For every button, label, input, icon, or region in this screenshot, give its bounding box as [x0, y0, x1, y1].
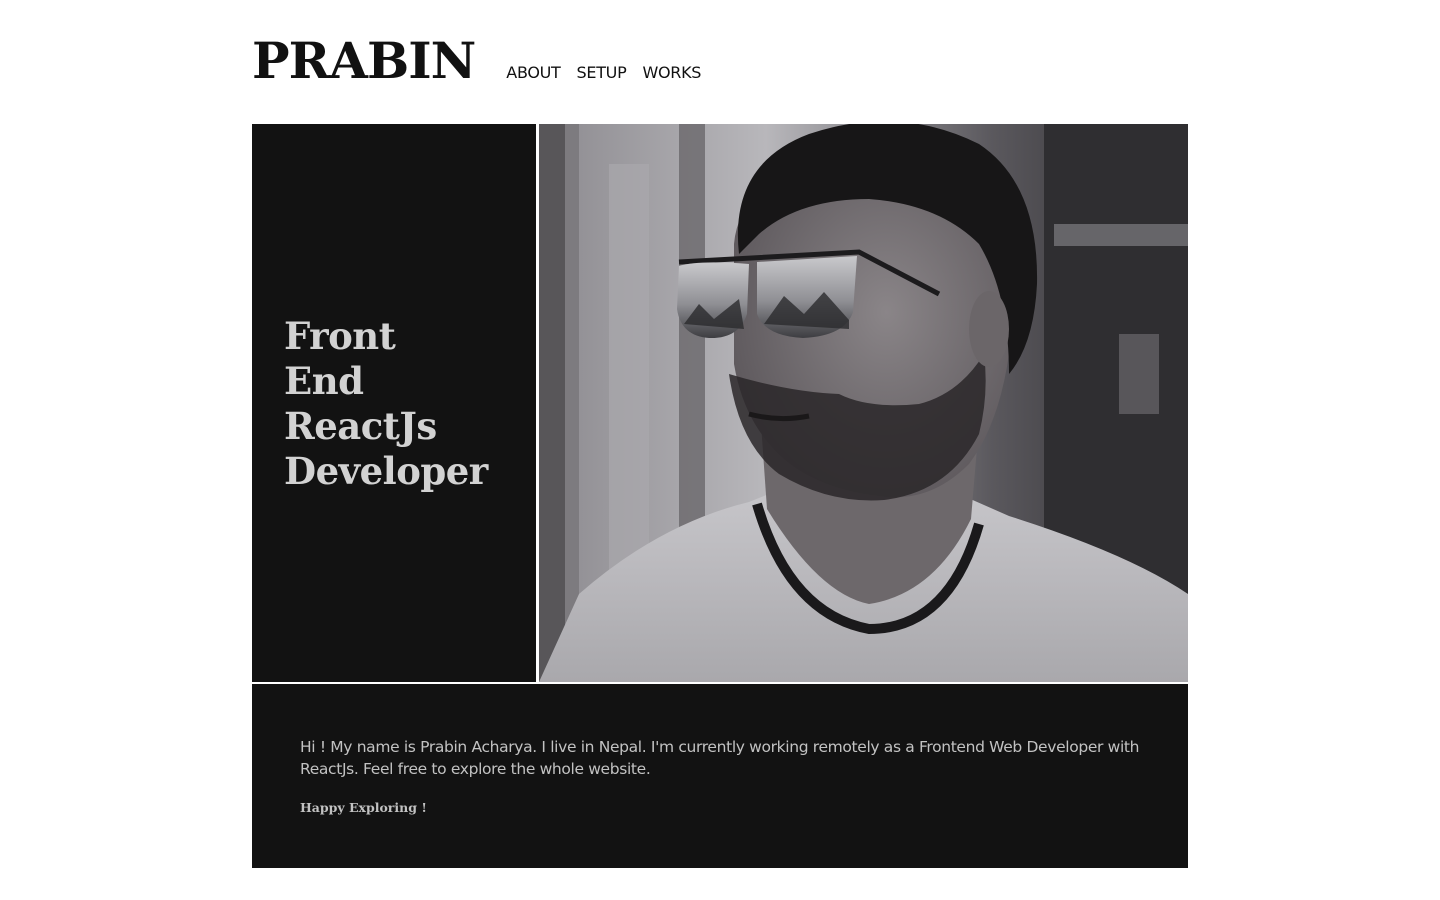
profile-photo — [539, 124, 1188, 682]
nav-link-about[interactable]: ABOUT — [506, 63, 561, 82]
nav-link-works[interactable]: WORKS — [642, 63, 701, 82]
about-signoff: Happy Exploring ! — [300, 800, 427, 815]
hero-heading-line: Front — [284, 314, 396, 358]
main-nav: ABOUT SETUP WORKS — [506, 63, 701, 94]
hero-heading-line: Developer — [284, 449, 488, 493]
about-text: Hi ! My name is Prabin Acharya. I live i… — [300, 738, 1140, 778]
hero-heading: Front End ReactJs Developer — [284, 314, 488, 494]
hero-text-panel: Front End ReactJs Developer — [252, 124, 536, 682]
about-panel: Hi ! My name is Prabin Acharya. I live i… — [252, 684, 1188, 868]
profile-photo-illustration — [539, 124, 1188, 682]
site-logo[interactable]: PRABIN — [252, 36, 476, 94]
nav-link-setup[interactable]: SETUP — [577, 63, 627, 82]
hero-heading-line: ReactJs — [284, 404, 437, 448]
site-header: PRABIN ABOUT SETUP WORKS — [252, 30, 701, 94]
hero-heading-line: End — [284, 359, 364, 403]
